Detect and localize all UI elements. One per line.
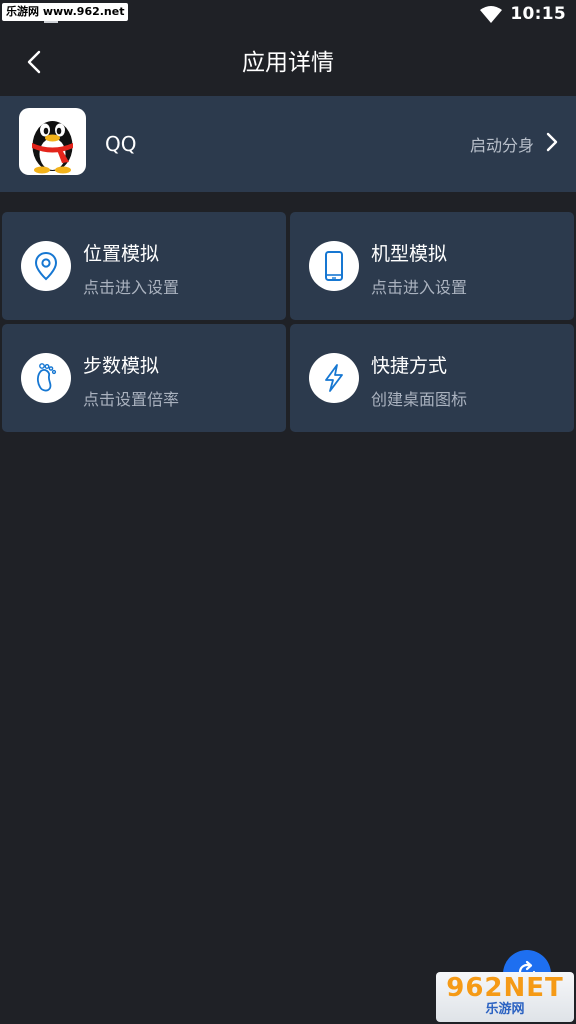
card-subtitle: 创建桌面图标 [371,390,468,409]
location-pin-icon [21,241,71,291]
app-name: QQ [105,132,137,156]
status-handle [44,21,58,23]
card-subtitle: 点击进入设置 [83,278,180,297]
launch-clone-label: 启动分身 [469,136,534,155]
card-subtitle: 点击进入设置 [371,278,468,297]
phone-icon [309,241,359,291]
wifi-icon [480,5,503,23]
step-count-simulation-card[interactable]: 步数模拟 点击设置倍率 [2,324,286,432]
card-title: 机型模拟 [371,243,448,265]
back-button[interactable] [14,44,54,84]
chevron-right-icon [546,132,558,156]
card-title: 位置模拟 [83,243,160,265]
corner-watermark: 962NET 乐游网 [436,972,574,1022]
clock: 10:15 [510,4,566,24]
toolbar: 应用详情 [0,30,576,96]
app-header: QQ 启动分身 [0,96,576,192]
watermark-label: 乐游网 www.962.net [2,3,129,21]
status-icons: 10:15 [480,4,566,24]
device-model-simulation-card[interactable]: 机型模拟 点击进入设置 [290,212,574,320]
feature-grid: 位置模拟 点击进入设置 机型模拟 点击进入设置 步数模拟 点击设置倍率 快捷方式… [2,212,574,432]
watermark-subtitle: 乐游网 [485,1002,525,1017]
footprint-icon [21,353,71,403]
card-title: 快捷方式 [371,355,448,377]
shortcut-card[interactable]: 快捷方式 创建桌面图标 [290,324,574,432]
qq-penguin-icon [19,108,86,175]
page-title: 应用详情 [242,50,334,76]
status-bar: 乐游网 www.962.net 10:15 [0,0,576,30]
card-title: 步数模拟 [83,355,160,377]
chevron-left-icon [27,50,41,78]
location-simulation-card[interactable]: 位置模拟 点击进入设置 [2,212,286,320]
watermark-brand: 962NET [446,973,564,1003]
launch-clone-button[interactable]: 启动分身 [470,120,558,168]
card-subtitle: 点击设置倍率 [83,390,180,409]
lightning-icon [309,353,359,403]
